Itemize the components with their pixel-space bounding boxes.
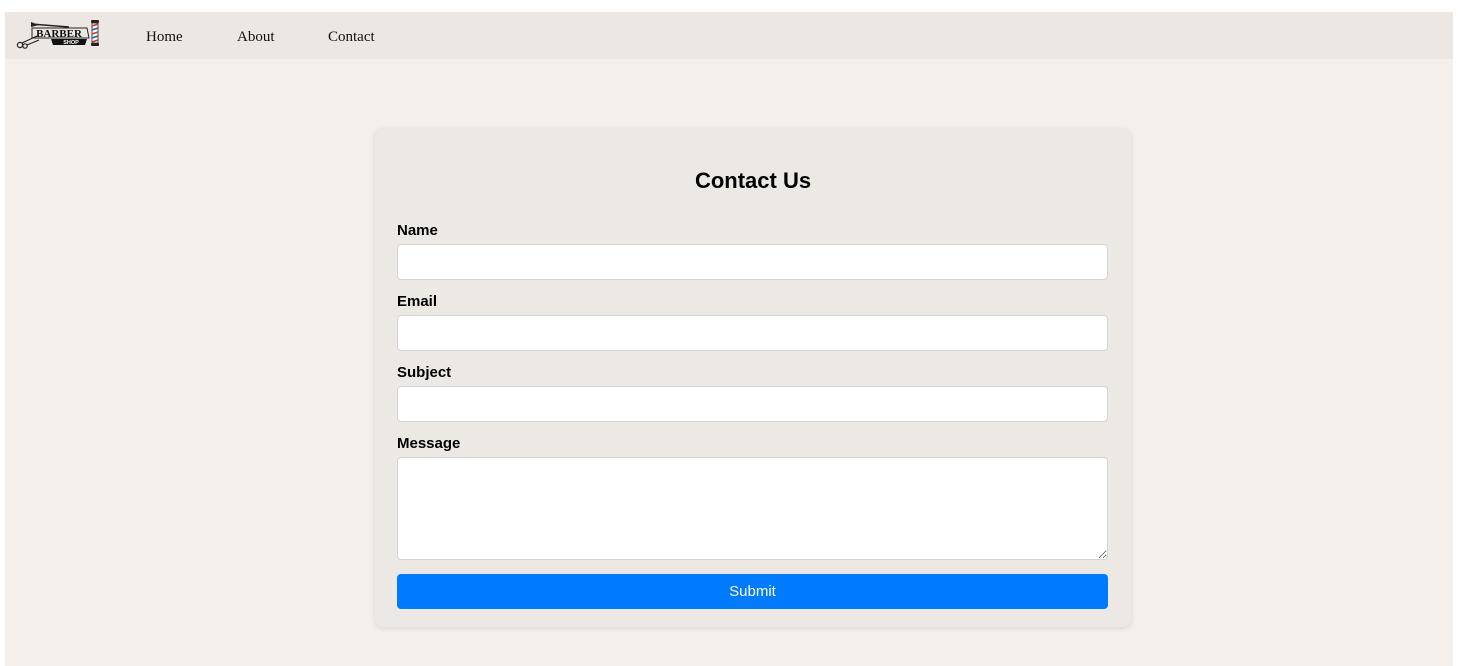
- submit-button[interactable]: Submit: [397, 574, 1108, 609]
- message-label: Message: [397, 435, 461, 452]
- logo-text-shop: SHOP: [63, 40, 79, 46]
- nav-link-contact[interactable]: Contact: [328, 29, 375, 46]
- barber-shop-logo[interactable]: BARBER SHOP: [15, 18, 105, 50]
- navbar: BARBER SHOP Home About Contact: [5, 12, 1453, 59]
- barber-pole-icon: [91, 20, 99, 46]
- email-label: Email: [397, 293, 438, 310]
- name-input[interactable]: [397, 244, 1108, 280]
- logo-text-barber: BARBER: [36, 28, 83, 40]
- subject-label: Subject: [397, 364, 452, 381]
- email-input[interactable]: [397, 315, 1108, 351]
- subject-input[interactable]: [397, 386, 1108, 422]
- form-title: Contact Us: [694, 168, 812, 193]
- name-label: Name: [397, 222, 438, 239]
- contact-form-card: Contact Us Name Email Subject Message Su…: [375, 129, 1131, 627]
- message-textarea[interactable]: [397, 457, 1108, 560]
- nav-link-about[interactable]: About: [237, 29, 275, 46]
- page-background: BARBER SHOP Home About Contact Contact U…: [5, 12, 1453, 666]
- nav-link-home[interactable]: Home: [146, 29, 183, 46]
